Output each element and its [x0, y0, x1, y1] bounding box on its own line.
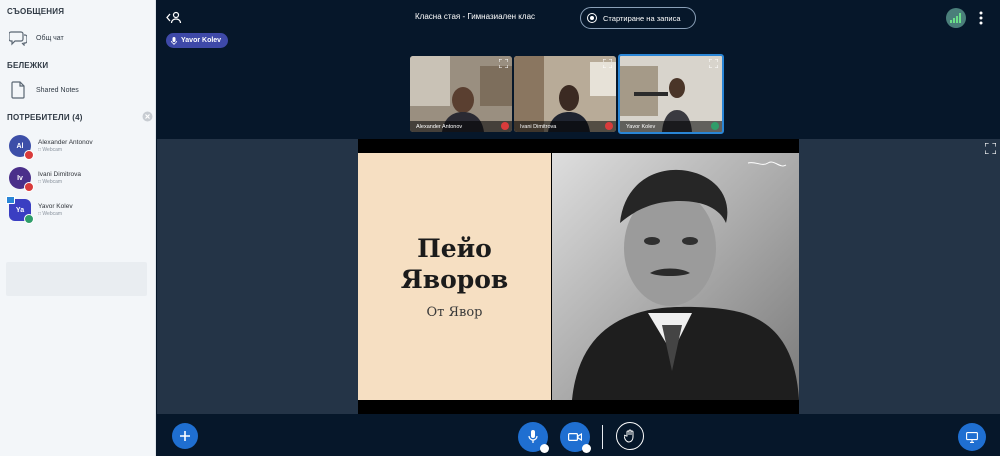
avatar: Al [9, 135, 34, 160]
notes-section-title: БЕЛЕЖКИ [7, 61, 49, 70]
share-webcam-button[interactable] [560, 422, 591, 453]
divider [602, 425, 603, 449]
presentation-area: Пейо Яворов От Явор [157, 139, 1000, 414]
plus-icon [180, 431, 190, 441]
slide-text-panel: Пейо Яворов От Явор [358, 153, 551, 400]
muted-mic-icon [24, 150, 34, 160]
mic-options-dot[interactable] [540, 444, 549, 453]
camera-icon [568, 433, 582, 442]
mic-icon [171, 36, 177, 45]
user-status: □ Webcam [38, 178, 63, 185]
action-bar [157, 414, 1000, 456]
sidebar-panel: СЪОБЩЕНИЯ Общ чат БЕЛЕЖКИ Shared Notes П… [0, 0, 156, 456]
mute-mic-button[interactable] [518, 422, 549, 453]
fullscreen-icon[interactable] [499, 59, 508, 68]
main-area: Класна стая - Гимназиален клас Стартиран… [157, 0, 1000, 456]
toggle-user-list-button[interactable] [166, 10, 182, 24]
connection-status-button[interactable] [946, 8, 966, 28]
user-status: □ Webcam [38, 146, 63, 153]
talker-name: Yavor Kolev [181, 37, 222, 44]
close-users-icon[interactable] [142, 111, 153, 122]
video-tile[interactable]: Alexander Antonov [410, 56, 512, 132]
options-menu-button[interactable] [976, 9, 986, 27]
slide-subtitle: От Явор [426, 305, 483, 320]
presentation-fullscreen-icon[interactable] [985, 143, 996, 154]
shared-notes-item[interactable]: Shared Notes [8, 79, 148, 101]
actions-plus-button[interactable] [172, 423, 198, 449]
muted-mic-icon [24, 182, 34, 192]
monitor-icon [966, 431, 978, 443]
user-status: □ Webcam [38, 210, 63, 217]
record-icon [587, 13, 597, 23]
users-section-title: ПОТРЕБИТЕЛИ (4) [7, 113, 83, 122]
shared-notes-label: Shared Notes [36, 86, 79, 94]
raise-hand-button[interactable] [616, 422, 644, 450]
user-list-item[interactable]: Iv Ivani Dimitrova □ Webcam [9, 167, 81, 192]
fullscreen-icon[interactable] [603, 59, 612, 68]
mic-on-icon [24, 214, 34, 224]
messages-section-title: СЪОБЩЕНИЯ [7, 7, 65, 16]
public-chat-item[interactable]: Общ чат [8, 27, 148, 49]
signal-icon [950, 13, 961, 23]
mic-on-icon [711, 122, 719, 130]
avatar: Iv [9, 167, 34, 192]
more-vertical-icon [979, 11, 983, 25]
hand-icon [624, 429, 634, 443]
avatar-presenter: Ya [6, 196, 34, 224]
muted-mic-icon [501, 122, 509, 130]
notes-icon [8, 80, 28, 100]
sidebar-empty-area [6, 262, 147, 296]
public-chat-label: Общ чат [36, 34, 64, 42]
room-title: Класна стая - Гимназиален клас [415, 12, 536, 21]
share-screen-button[interactable] [958, 423, 986, 451]
chat-icon [8, 28, 28, 48]
user-name: Yavor Kolev [38, 202, 73, 210]
talking-indicator: Yavor Kolev [166, 33, 229, 48]
user-name: Ivani Dimitrova [38, 170, 81, 178]
user-list-item[interactable]: Al Alexander Antonov □ Webcam [9, 135, 93, 160]
mic-icon [528, 430, 538, 443]
video-name-label: Yavor Kolev [620, 121, 722, 132]
video-name-label: Ivani Dimitrova [514, 121, 616, 132]
user-list-item[interactable]: Ya Yavor Kolev □ Webcam [6, 196, 73, 224]
presentation-slide: Пейо Яворов От Явор [358, 139, 799, 414]
top-bar: Класна стая - Гимназиален клас Стартиран… [157, 0, 1000, 34]
user-name: Alexander Antonov [38, 138, 93, 146]
camera-options-dot[interactable] [582, 444, 591, 453]
fullscreen-icon[interactable] [709, 59, 718, 68]
video-tile-active[interactable]: Yavor Kolev [618, 54, 724, 134]
video-tile[interactable]: Ivani Dimitrova [514, 56, 616, 132]
portrait-photo [552, 153, 799, 400]
muted-mic-icon [605, 122, 613, 130]
start-recording-button[interactable]: Стартиране на записа [580, 7, 696, 29]
video-name-label: Alexander Antonov [410, 121, 512, 132]
slide-title: Пейо Яворов [400, 234, 509, 294]
record-label: Стартиране на записа [603, 13, 681, 23]
presenter-icon [6, 196, 15, 204]
